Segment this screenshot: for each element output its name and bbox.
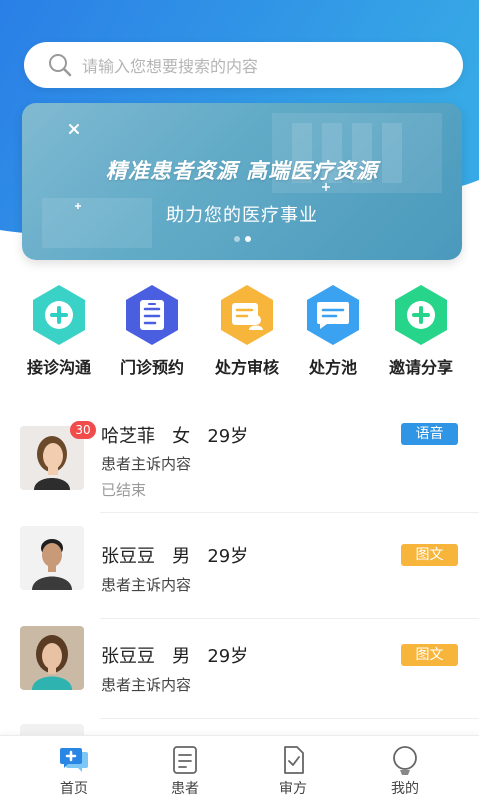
- quick-action-appointment[interactable]: 门诊预约: [107, 282, 197, 378]
- tab-label: 我的: [391, 781, 419, 797]
- consult-status: 已结束: [101, 481, 147, 499]
- tab-label: 首页: [60, 781, 88, 797]
- tab-label: 患者: [171, 781, 199, 797]
- banner-title: 精准患者资源 高端医疗资源: [105, 159, 379, 183]
- consult-type-tag: 图文: [401, 644, 458, 666]
- list-item[interactable]: 张豆豆 男 29岁 患者主诉内容 图文: [0, 514, 479, 619]
- consult-type-tag: 图文: [401, 544, 458, 566]
- divider: [100, 512, 479, 513]
- tab-profile[interactable]: 我的: [355, 736, 455, 798]
- avatar: [20, 526, 84, 590]
- quick-action-prescription-review[interactable]: 处方审核: [202, 282, 292, 378]
- banner-dot-active[interactable]: [244, 236, 251, 242]
- banner-dot[interactable]: [233, 236, 240, 242]
- search-input[interactable]: 请输入您想要搜索的内容: [82, 53, 258, 77]
- plus-circle-icon: [33, 285, 85, 345]
- patient-name: 张豆豆 男 29岁: [101, 546, 249, 567]
- prescription-user-icon: [221, 285, 273, 345]
- review-check-icon: [284, 746, 304, 774]
- consult-type-tag: 语音: [401, 423, 458, 445]
- quick-action-label: 接诊沟通: [26, 358, 91, 377]
- banner-subtitle: 助力您的医疗事业: [166, 205, 318, 226]
- profile-icon: [393, 746, 417, 775]
- list-item[interactable]: 30 哈芝菲 女 29岁 患者主诉内容 已结束 语音: [0, 408, 479, 513]
- banner-pagination: [22, 236, 462, 242]
- patient-name: 张豆豆 男 29岁: [101, 646, 249, 667]
- bottom-tab-bar: 首页 患者 审方 我的: [0, 735, 479, 800]
- avatar: [20, 626, 84, 690]
- quick-action-invite-share[interactable]: 邀请分享: [376, 282, 466, 378]
- patient-complaint: 患者主诉内容: [101, 676, 192, 694]
- quick-actions: 接诊沟通 门诊预约 处方审核 处方池 邀请分享: [0, 282, 479, 392]
- tab-label: 审方: [279, 781, 307, 797]
- tab-review[interactable]: 审方: [243, 736, 343, 798]
- patient-complaint: 患者主诉内容: [101, 576, 192, 594]
- search-icon: [49, 54, 72, 77]
- quick-action-label: 门诊预约: [119, 358, 184, 377]
- search-bar[interactable]: 请输入您想要搜索的内容: [24, 42, 463, 88]
- document-list-icon: [126, 285, 178, 345]
- promo-banner[interactable]: 精准患者资源 高端医疗资源 助力您的医疗事业: [22, 103, 462, 260]
- quick-action-prescription-pool[interactable]: 处方池: [288, 282, 378, 378]
- list-item[interactable]: 张豆豆 男 29岁 患者主诉内容 图文: [0, 614, 479, 719]
- message-lines-icon: [307, 285, 359, 345]
- unread-badge: 30: [70, 421, 96, 439]
- tab-home[interactable]: 首页: [24, 736, 124, 798]
- patient-name: 哈芝菲 女 29岁: [101, 426, 249, 447]
- quick-action-label: 处方池: [308, 358, 357, 377]
- plus-circle-icon: [395, 285, 447, 345]
- quick-action-consult[interactable]: 接诊沟通: [14, 282, 104, 378]
- patients-list-icon: [173, 746, 197, 774]
- home-chat-icon: [60, 748, 88, 772]
- quick-action-label: 处方审核: [214, 358, 279, 377]
- patient-complaint: 患者主诉内容: [101, 455, 192, 473]
- tab-patients[interactable]: 患者: [135, 736, 235, 798]
- quick-action-label: 邀请分享: [388, 358, 453, 377]
